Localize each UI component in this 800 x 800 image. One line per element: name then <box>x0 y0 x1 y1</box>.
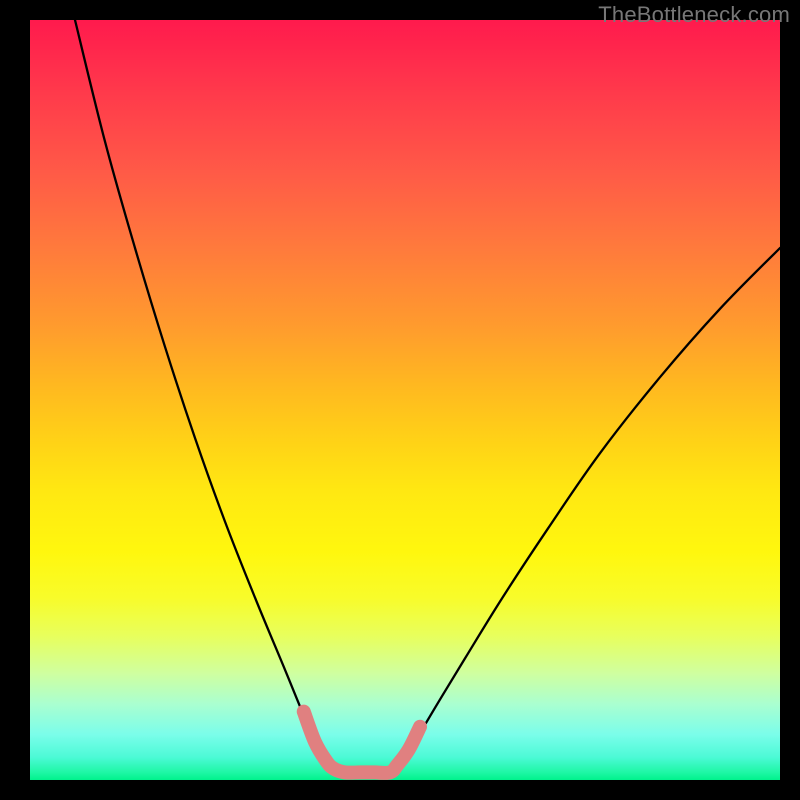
chart-plot-area <box>30 20 780 780</box>
bottom-marker <box>304 712 420 773</box>
left-curve <box>75 20 334 772</box>
watermark-text: TheBottleneck.com <box>598 2 790 28</box>
chart-svg <box>30 20 780 780</box>
right-curve <box>398 248 781 772</box>
